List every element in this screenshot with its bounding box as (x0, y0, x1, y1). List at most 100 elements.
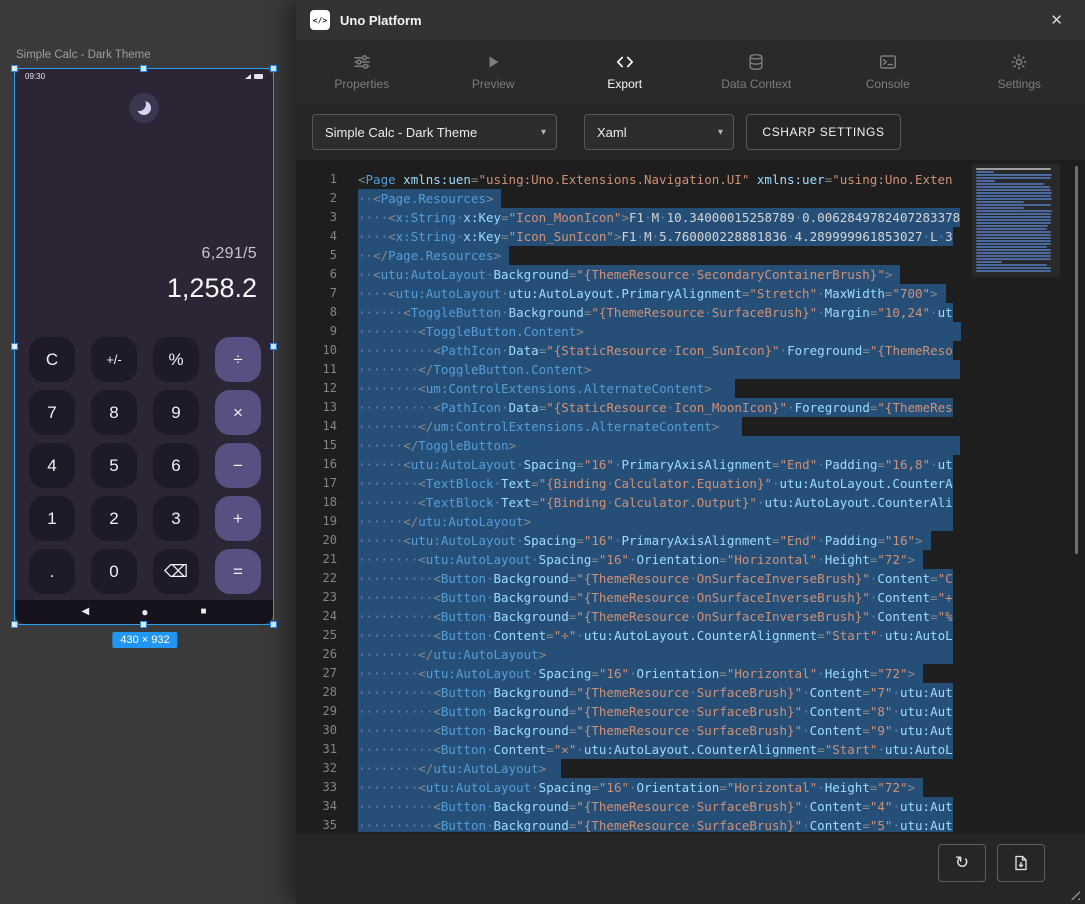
code-text[interactable]: ········<TextBlock·Text="{Binding·Calcul… (358, 493, 953, 512)
code-text[interactable]: ··<utu:AutoLayout·Background="{ThemeReso… (358, 265, 892, 284)
code-text[interactable]: ······</ToggleButton> (358, 436, 516, 455)
code-area[interactable]: 1<Page xmlns:uen="using:Uno.Extensions.N… (296, 170, 967, 832)
line-number: 21 (296, 550, 337, 569)
format-dropdown[interactable]: Xaml ▾ (584, 114, 734, 150)
code-line: 21 ········<utu:AutoLayout·Spacing="16"·O… (296, 550, 967, 569)
code-text[interactable]: ········<ToggleButton.Content> (358, 322, 584, 341)
key-digit-1[interactable]: 1 (29, 496, 75, 541)
minimap[interactable] (976, 168, 1056, 273)
key-decimal[interactable]: . (29, 549, 75, 594)
key-equals[interactable]: = (215, 549, 261, 594)
code-text[interactable]: ······</utu:AutoLayout> (358, 512, 531, 531)
code-text[interactable]: ····<utu:AutoLayout·utu:AutoLayout.Prima… (358, 284, 938, 303)
key-backspace[interactable]: ⌫ (153, 549, 199, 594)
selection-handle-bottom-right[interactable] (270, 621, 277, 628)
code-text[interactable]: ··<Page.Resources> (358, 189, 493, 208)
selection-handle-left[interactable] (11, 343, 18, 350)
code-text[interactable]: ······<ToggleButton·Background="{ThemeRe… (358, 303, 953, 322)
key-multiply[interactable]: × (215, 390, 261, 435)
code-text[interactable]: ········<utu:AutoLayout·Spacing="16"·Ori… (358, 778, 915, 797)
csharp-settings-button[interactable]: CSHARP SETTINGS (746, 114, 901, 150)
theme-toggle-button[interactable] (129, 93, 159, 123)
code-text[interactable]: ········</utu:AutoLayout> (358, 759, 546, 778)
selection-handle-bottom-left[interactable] (11, 621, 18, 628)
key-digit-2[interactable]: 2 (91, 496, 137, 541)
code-text[interactable]: ··········<Button·Content="✕"·utu:AutoLa… (358, 740, 953, 759)
selection-handle-bottom[interactable] (140, 621, 147, 628)
key-minus[interactable]: − (215, 443, 261, 488)
key-digit-8[interactable]: 8 (91, 390, 137, 435)
nav-back-button[interactable]: ◀ (82, 607, 90, 617)
code-text[interactable]: ····<x:String·x:Key="Icon_MoonIcon">F1·M… (358, 208, 960, 227)
properties-icon (353, 53, 371, 71)
code-line: 30··········<Button·Background="{ThemeRe… (296, 721, 967, 740)
tab-data-context[interactable]: Data Context (691, 40, 823, 104)
code-text[interactable]: ··········<Button·Background="{ThemeReso… (358, 816, 953, 832)
code-text[interactable]: ········<utu:AutoLayout·Spacing="16"·Ori… (358, 550, 915, 569)
close-button[interactable]: ✕ (1042, 7, 1071, 33)
key-digit-6[interactable]: 6 (153, 443, 199, 488)
tab-settings[interactable]: Settings (954, 40, 1085, 104)
refresh-button[interactable]: ↻ (938, 844, 986, 882)
code-text[interactable]: ··</Page.Resources> (358, 246, 501, 265)
code-text[interactable]: ········</utu:AutoLayout> (358, 645, 546, 664)
code-text[interactable]: ··········<Button·Background="{ThemeReso… (358, 588, 953, 607)
key-plus-minus[interactable]: +/- (91, 337, 137, 382)
key-digit-9[interactable]: 9 (153, 390, 199, 435)
code-text[interactable]: ········<um:ControlExtensions.AlternateC… (358, 379, 712, 398)
code-text[interactable]: ······<utu:AutoLayout·Spacing="16"·Prima… (358, 531, 923, 550)
selection-handle-top-right[interactable] (270, 65, 277, 72)
tab-preview[interactable]: Preview (428, 40, 560, 104)
nav-home-button[interactable]: ● (141, 606, 148, 618)
code-editor[interactable]: 1<Page xmlns:uen="using:Uno.Extensions.N… (296, 160, 1085, 832)
code-text[interactable]: ··········<Button·Background="{ThemeReso… (358, 607, 953, 626)
code-text[interactable]: ··········<PathIcon·Data="{StaticResourc… (358, 398, 953, 417)
code-text[interactable]: ··········<Button·Content="÷"·utu:AutoLa… (358, 626, 953, 645)
code-text[interactable]: ········</um:ControlExtensions.Alternate… (358, 417, 719, 436)
key-digit-4[interactable]: 4 (29, 443, 75, 488)
file-export-icon (1013, 855, 1029, 871)
key-divide[interactable]: ÷ (215, 337, 261, 382)
key-plus[interactable]: + (215, 496, 261, 541)
code-text[interactable]: ········</ToggleButton.Content> (358, 360, 591, 379)
minimap-viewport[interactable] (972, 164, 1060, 277)
code-text[interactable]: ··········<Button·Background="{ThemeReso… (358, 702, 953, 721)
selection-handle-top-left[interactable] (11, 65, 18, 72)
tab-console[interactable]: Console (822, 40, 954, 104)
resize-grip[interactable] (1066, 886, 1080, 900)
key-digit-0[interactable]: 0 (91, 549, 137, 594)
code-text[interactable]: ··········<Button·Background="{ThemeReso… (358, 721, 953, 740)
code-text[interactable]: ··········<Button·Background="{ThemeReso… (358, 683, 953, 702)
code-text[interactable]: <Page xmlns:uen="using:Uno.Extensions.Na… (358, 170, 953, 189)
line-number: 20 (296, 531, 337, 550)
code-text[interactable]: ····<x:String·x:Key="Icon_SunIcon">F1·M·… (358, 227, 953, 246)
code-text[interactable]: ··········<PathIcon·Data="{StaticResourc… (358, 341, 953, 360)
code-text[interactable]: ······<utu:AutoLayout·Spacing="16"·Prima… (358, 455, 953, 474)
code-text[interactable]: ··········<Button·Background="{ThemeReso… (358, 797, 953, 816)
export-icon (616, 53, 634, 71)
tab-label: Properties (334, 77, 389, 91)
selection-handle-right[interactable] (270, 343, 277, 350)
line-number: 2 (296, 189, 337, 208)
code-text[interactable]: ········<utu:AutoLayout·Spacing="16"·Ori… (358, 664, 915, 683)
tab-label: Settings (998, 77, 1041, 91)
key-digit-7[interactable]: 7 (29, 390, 75, 435)
line-number: 22 (296, 569, 337, 588)
tab-properties[interactable]: Properties (296, 40, 428, 104)
key-clear[interactable]: C (29, 337, 75, 382)
phone-preview[interactable]: 09:30 6,291/5 1,258.2 C+/-%÷789×456−123+… (14, 68, 274, 625)
key-digit-3[interactable]: 3 (153, 496, 199, 541)
nav-recents-button[interactable]: ■ (200, 607, 206, 617)
key-percent[interactable]: % (153, 337, 199, 382)
tab-export[interactable]: Export (559, 40, 691, 104)
scrollbar-thumb[interactable] (1075, 166, 1078, 554)
selection-highlight (915, 778, 923, 797)
code-text[interactable]: ········<TextBlock·Text="{Binding·Calcul… (358, 474, 953, 493)
key-digit-5[interactable]: 5 (91, 443, 137, 488)
project-dropdown[interactable]: Simple Calc - Dark Theme ▾ (312, 114, 557, 150)
code-text[interactable]: ··········<Button·Background="{ThemeReso… (358, 569, 953, 588)
export-file-button[interactable] (997, 844, 1045, 882)
selection-highlight (546, 759, 561, 778)
selection-handle-top[interactable] (140, 65, 147, 72)
selection-highlight (915, 664, 923, 683)
